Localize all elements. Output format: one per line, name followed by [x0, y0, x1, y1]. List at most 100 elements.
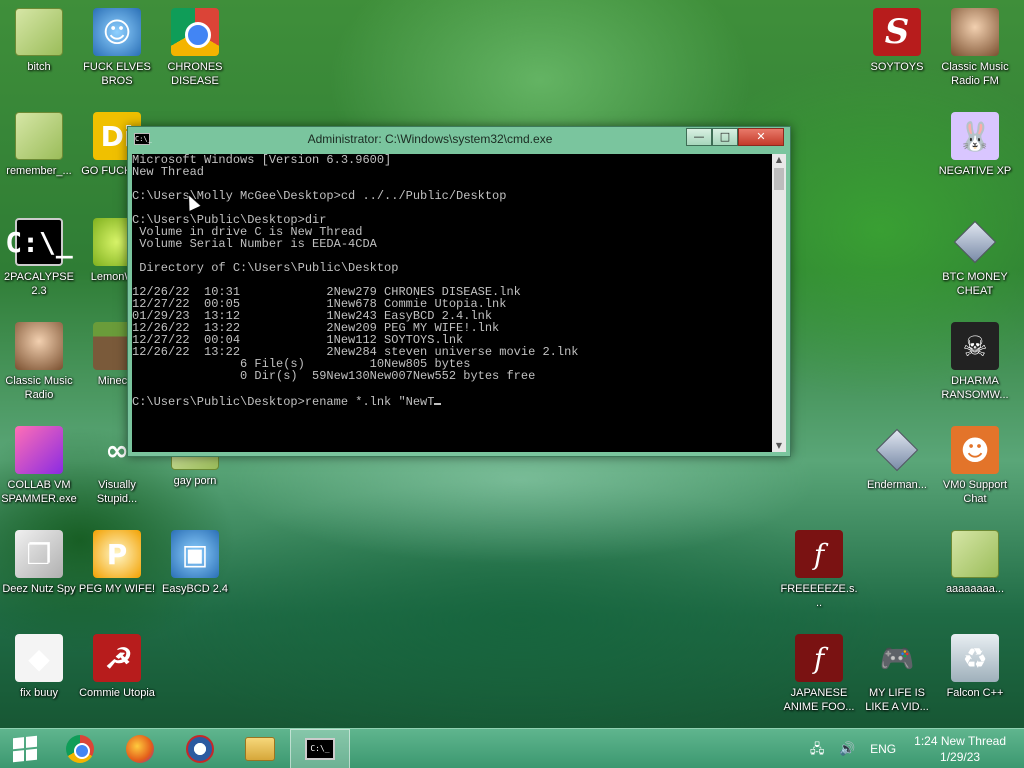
clock-time: 1:24 New Thread — [914, 734, 1006, 748]
desktop-icon-soytoys[interactable]: S SOYTOYS — [858, 8, 936, 74]
desktop-icon-peg-my-wife[interactable]: P PEG MY WIFE! — [78, 530, 156, 596]
desktop-icon-label: EasyBCD 2.4 — [161, 583, 229, 595]
support-icon: ☻ — [951, 426, 999, 474]
recycle-bin-icon: ♻ — [951, 634, 999, 682]
flash-icon: f — [795, 530, 843, 578]
s-logo-icon: S — [873, 8, 921, 56]
desktop-icon-collab-vm-spammer[interactable]: COLLAB VM SPAMMER.exe — [0, 426, 78, 506]
desktop-icon-easybcd[interactable]: ▣ EasyBCD 2.4 — [156, 530, 234, 596]
desktop-icon-japanese-anime-foo[interactable]: f JAPANESE ANIME FOO... — [780, 634, 858, 714]
desktop-icon-classic-music-radio-fm[interactable]: Classic Music Radio FM — [936, 8, 1014, 88]
taskbar-file-explorer[interactable] — [230, 729, 290, 768]
desktop-icon-chrones-disease[interactable]: CHRONES DISEASE — [156, 8, 234, 88]
desktop-icon-label: Classic Music Radio — [5, 375, 73, 401]
desktop-icon-fuck-elves-bros[interactable]: ☺ FUCK ELVES BROS — [78, 8, 156, 88]
desktop-icon-label: aaaaaaaa... — [945, 583, 1005, 595]
desktop-icon-label: Commie Utopia — [79, 687, 155, 699]
console-scrollbar[interactable]: ▲ ▼ — [772, 154, 786, 452]
desktop-icon-aaaaaaaa[interactable]: aaaaaaaa... — [936, 530, 1014, 596]
taskbar-cmd[interactable]: C:\_ — [290, 728, 350, 768]
folder-icon — [15, 112, 63, 160]
desktop-icon-label: NEGATIVE XP — [938, 165, 1012, 177]
text-cursor — [434, 394, 442, 405]
desktop-icon-label: DHARMA RANSOMW... — [941, 375, 1009, 401]
start-button[interactable] — [0, 729, 50, 768]
firefox-icon — [126, 734, 154, 763]
desktop-icon-label: Deez Nutz Spy — [2, 583, 76, 595]
scroll-up-arrow-icon[interactable]: ▲ — [772, 154, 786, 166]
language-indicator[interactable]: ENG — [870, 742, 896, 756]
portrait-icon — [951, 8, 999, 56]
desktop-icon-fix-buuy[interactable]: ◆ fix buuy — [0, 634, 78, 700]
command-input-line[interactable]: C:\Users\Public\Desktop>rename *.lnk "Ne… — [132, 395, 434, 409]
desktop-icon-enderman[interactable]: Enderman... — [858, 426, 936, 492]
desktop-icon-label: FUCK ELVES BROS — [83, 61, 151, 87]
portrait-icon — [15, 322, 63, 370]
console-output[interactable]: Microsoft Windows [Version 6.3.9600] New… — [132, 154, 772, 452]
bunny-icon: 🐰 — [951, 112, 999, 160]
cmd-icon: C:\_ — [5, 218, 73, 266]
desktop-icon-label: FREEEEEZE.s... — [780, 583, 858, 609]
commie-icon: ☭ — [93, 634, 141, 682]
desktop-icon-label: Enderman... — [867, 479, 927, 491]
desktop-icon-label: gay porn — [173, 475, 217, 487]
system-tray: 🖧 🔊 ENG 1:24 New Thread 1/29/23 — [802, 729, 1006, 768]
desktop-icon-label: MY LIFE IS LIKE A VID... — [865, 687, 929, 713]
maximize-button[interactable]: □ — [712, 128, 738, 146]
volume-icon[interactable]: 🔊 — [838, 741, 856, 757]
desktop-icon-negative-xp[interactable]: 🐰 NEGATIVE XP — [936, 112, 1014, 178]
desktop-icon-label: fix buuy — [20, 687, 58, 699]
skull-icon: ☠ — [951, 322, 999, 370]
folder-icon — [15, 8, 63, 56]
console-text: Microsoft Windows [Version 6.3.9600] New… — [132, 154, 579, 409]
desktop-icon-dharma-ransomware[interactable]: ☠ DHARMA RANSOMW... — [936, 322, 1014, 402]
cmd-icon: C:\_ — [305, 737, 335, 760]
spammer-icon — [15, 426, 63, 474]
clock[interactable]: 1:24 New Thread 1/29/23 — [914, 733, 1006, 765]
desktop-icon-bitch[interactable]: bitch — [0, 8, 78, 74]
desktop-icon-label: 2PACALYPSE 2.3 — [4, 271, 74, 297]
chrome-icon — [66, 734, 94, 763]
cmd-window-title: Administrator: C:\Windows\system32\cmd.e… — [307, 132, 553, 146]
taskbar-obama[interactable] — [170, 729, 230, 768]
cmd-app-icon[interactable]: C:\_ — [134, 133, 152, 145]
desktop-icon-falcon-cpp[interactable]: ♻ Falcon C++ — [936, 634, 1014, 700]
desktop-icon-label: JAPANESE ANIME FOO... — [783, 687, 855, 713]
clock-date: 1/29/23 — [940, 750, 981, 764]
scrollbar-thumb[interactable] — [774, 168, 784, 190]
desktop-icon-2pacalypse[interactable]: C:\_ 2PACALYPSE 2.3 — [0, 218, 78, 298]
desktop-icon-commie-utopia[interactable]: ☭ Commie Utopia — [78, 634, 156, 700]
desktop-icon-deez-nutz-spy[interactable]: ❐ Deez Nutz Spy — [0, 530, 78, 596]
desktop-icon-label: BTC MONEY CHEAT — [942, 271, 1008, 297]
desktop-icon-label: COLLAB VM SPAMMER.exe — [1, 479, 77, 505]
obama-logo-icon — [186, 734, 214, 763]
minimize-button[interactable]: — — [686, 128, 712, 146]
chrome-icon — [171, 8, 219, 56]
paper-icon: ◆ — [15, 634, 63, 682]
taskbar-firefox[interactable] — [110, 729, 170, 768]
window-controls: — □ ✕ — [686, 128, 784, 146]
taskbar: C:\_ 🖧 🔊 ENG 1:24 New Thread 1/29/23 — [0, 728, 1024, 768]
desktop-icon-classic-music-radio[interactable]: Classic Music Radio — [0, 322, 78, 402]
taskbar-chrome[interactable] — [50, 729, 110, 768]
folder-icon — [245, 736, 275, 761]
scroll-down-arrow-icon[interactable]: ▼ — [772, 440, 786, 452]
windows-logo-icon — [13, 735, 37, 762]
close-button[interactable]: ✕ — [738, 128, 784, 146]
gamepad-icon: 🎮 — [879, 641, 915, 675]
network-icon[interactable]: 🖧 — [808, 741, 826, 757]
folder-icon — [951, 530, 999, 578]
desktop-icon-freeeeeze[interactable]: f FREEEEEZE.s... — [780, 530, 858, 610]
cmd-titlebar[interactable]: C:\_ Administrator: C:\Windows\system32\… — [128, 127, 790, 151]
p-star-icon: P — [93, 530, 141, 578]
desktop-icon-vm0-support-chat[interactable]: ☻ VM0 Support Chat — [936, 426, 1014, 506]
cmd-window[interactable]: C:\_ Administrator: C:\Windows\system32\… — [127, 126, 791, 457]
easybcd-icon: ▣ — [171, 530, 219, 578]
desktop-icon-label: VM0 Support Chat — [942, 479, 1008, 505]
desktop-icon-remember[interactable]: remember_... — [0, 112, 78, 178]
desktop-icon-btc-money-cheat[interactable]: BTC MONEY CHEAT — [936, 218, 1014, 298]
diamond-icon — [873, 426, 921, 474]
desktop-icon-my-life-is-like-a-vid[interactable]: 🎮 MY LIFE IS LIKE A VID... — [858, 634, 936, 714]
diamond-icon — [951, 218, 999, 266]
desktop-icon-label: bitch — [27, 61, 51, 73]
